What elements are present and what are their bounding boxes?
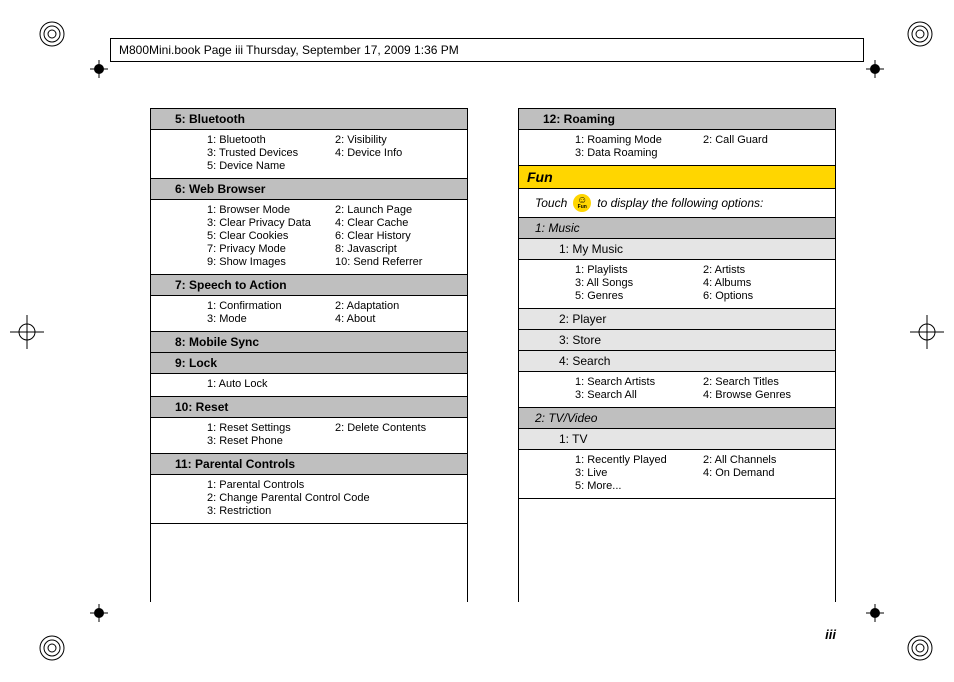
note-text: Touch [535, 196, 567, 210]
menu-item: 1: Bluetooth [207, 134, 331, 146]
content-area: 5: Bluetooth 1: Bluetooth 2: Visibility 3: … [150, 108, 836, 602]
menu-items: 1: Reset Settings 2: Delete Contents 3: Re… [151, 418, 467, 454]
menu-item: 1: Auto Lock [207, 378, 459, 390]
menu-heading: 3: Store [519, 330, 835, 351]
menu-item: 2: Delete Contents [335, 422, 459, 434]
menu-item: 2: Visibility [335, 134, 459, 146]
menu-item: 1: Roaming Mode [575, 134, 699, 146]
registration-mark-icon [38, 20, 66, 48]
menu-item: 3: Trusted Devices [207, 147, 331, 159]
menu-item: 1: Confirmation [207, 300, 331, 312]
menu-item: 1: Browser Mode [207, 204, 331, 216]
menu-item: 1: Reset Settings [207, 422, 331, 434]
menu-heading: 5: Bluetooth [151, 109, 467, 130]
registration-mark-icon [38, 634, 66, 662]
menu-heading: 2: TV/Video [519, 408, 835, 429]
menu-items: 1: Recently Played 2: All Channels 3: Live… [519, 450, 835, 499]
menu-heading: 1: Music [519, 218, 835, 239]
note-text: to display the following options: [597, 196, 763, 210]
menu-items: 1: Roaming Mode 2: Call Guard 3: Data Roam… [519, 130, 835, 166]
header-text: M800Mini.book Page iii Thursday, Septemb… [119, 43, 459, 57]
fun-icon: Fun [573, 194, 591, 212]
menu-item: 4: Albums [703, 277, 827, 289]
menu-items: 1: Browser Mode 2: Launch Page 3: Clear Pr… [151, 200, 467, 275]
menu-heading: 1: My Music [519, 239, 835, 260]
menu-heading: 10: Reset [151, 397, 467, 418]
menu-item: 1: Recently Played [575, 454, 699, 466]
registration-mark-icon [906, 20, 934, 48]
menu-heading: 7: Speech to Action [151, 275, 467, 296]
menu-item: 3: Live [575, 467, 699, 479]
menu-items: 1: Parental Controls2: Change Parental C… [151, 475, 467, 524]
menu-item: 4: Browse Genres [703, 389, 827, 401]
menu-heading: 8: Mobile Sync [151, 332, 467, 353]
menu-item: 9: Show Images [207, 256, 331, 268]
menu-item: 3: Clear Privacy Data [207, 217, 331, 229]
menu-item: 1: Search Artists [575, 376, 699, 388]
menu-item: 6: Clear History [335, 230, 459, 242]
menu-heading: 4: Search [519, 351, 835, 372]
menu-item: 6: Options [703, 290, 827, 302]
crop-mark-icon [866, 60, 884, 78]
menu-items: 1: Search Artists 2: Search Titles 3: Sear… [519, 372, 835, 408]
menu-item: 3: Search All [575, 389, 699, 401]
menu-item: 4: About [335, 313, 459, 325]
menu-item: 5: Device Name [207, 160, 331, 172]
menu-item: 2: Call Guard [703, 134, 827, 146]
menu-item: 2: Change Parental Control Code [207, 492, 459, 504]
menu-heading: 2: Player [519, 309, 835, 330]
menu-item: 2: Launch Page [335, 204, 459, 216]
menu-items: 1: Confirmation 2: Adaptation 3: Mode 4: Ab… [151, 296, 467, 332]
menu-item: 4: On Demand [703, 467, 827, 479]
menu-items: 1: Bluetooth 2: Visibility 3: Trusted Devi… [151, 130, 467, 179]
menu-item: 5: Genres [575, 290, 699, 302]
menu-heading: 6: Web Browser [151, 179, 467, 200]
menu-item: 1: Playlists [575, 264, 699, 276]
menu-heading: 9: Lock [151, 353, 467, 374]
menu-item: 3: Reset Phone [207, 435, 331, 447]
menu-items: 1: Playlists 2: Artists 3: All Songs 4: Alb… [519, 260, 835, 309]
menu-item: 3: Data Roaming [575, 147, 699, 159]
instruction-note: Touch Fun to display the following options… [519, 189, 835, 218]
registration-mark-icon [906, 634, 934, 662]
menu-item: 5: More... [575, 480, 699, 492]
crop-mark-icon [90, 604, 108, 622]
menu-item: 2: Adaptation [335, 300, 459, 312]
menu-item: 4: Device Info [335, 147, 459, 159]
menu-heading: 11: Parental Controls [151, 454, 467, 475]
crop-mark-icon [10, 315, 44, 349]
menu-item: 8: Javascript [335, 243, 459, 255]
menu-item: 7: Privacy Mode [207, 243, 331, 255]
menu-item: 3: Mode [207, 313, 331, 325]
menu-items: 1: Auto Lock [151, 374, 467, 397]
menu-heading: 1: TV [519, 429, 835, 450]
crop-mark-icon [90, 60, 108, 78]
page-header: M800Mini.book Page iii Thursday, Septemb… [110, 38, 864, 62]
menu-item: 3: Restriction [207, 505, 459, 517]
menu-item: 2: Search Titles [703, 376, 827, 388]
menu-item: 4: Clear Cache [335, 217, 459, 229]
category-heading: Fun [519, 166, 835, 189]
page-number: iii [825, 627, 836, 642]
menu-column-left: 5: Bluetooth 1: Bluetooth 2: Visibility 3: … [150, 108, 468, 602]
menu-heading: 12: Roaming [519, 109, 835, 130]
crop-mark-icon [866, 604, 884, 622]
menu-item: 2: All Channels [703, 454, 827, 466]
menu-item: 1: Parental Controls [207, 479, 459, 491]
menu-column-right: 12: Roaming 1: Roaming Mode 2: Call Guard 3… [518, 108, 836, 602]
crop-mark-icon [910, 315, 944, 349]
menu-item: 5: Clear Cookies [207, 230, 331, 242]
menu-item: 2: Artists [703, 264, 827, 276]
menu-item: 3: All Songs [575, 277, 699, 289]
menu-item: 10: Send Referrer [335, 256, 459, 268]
